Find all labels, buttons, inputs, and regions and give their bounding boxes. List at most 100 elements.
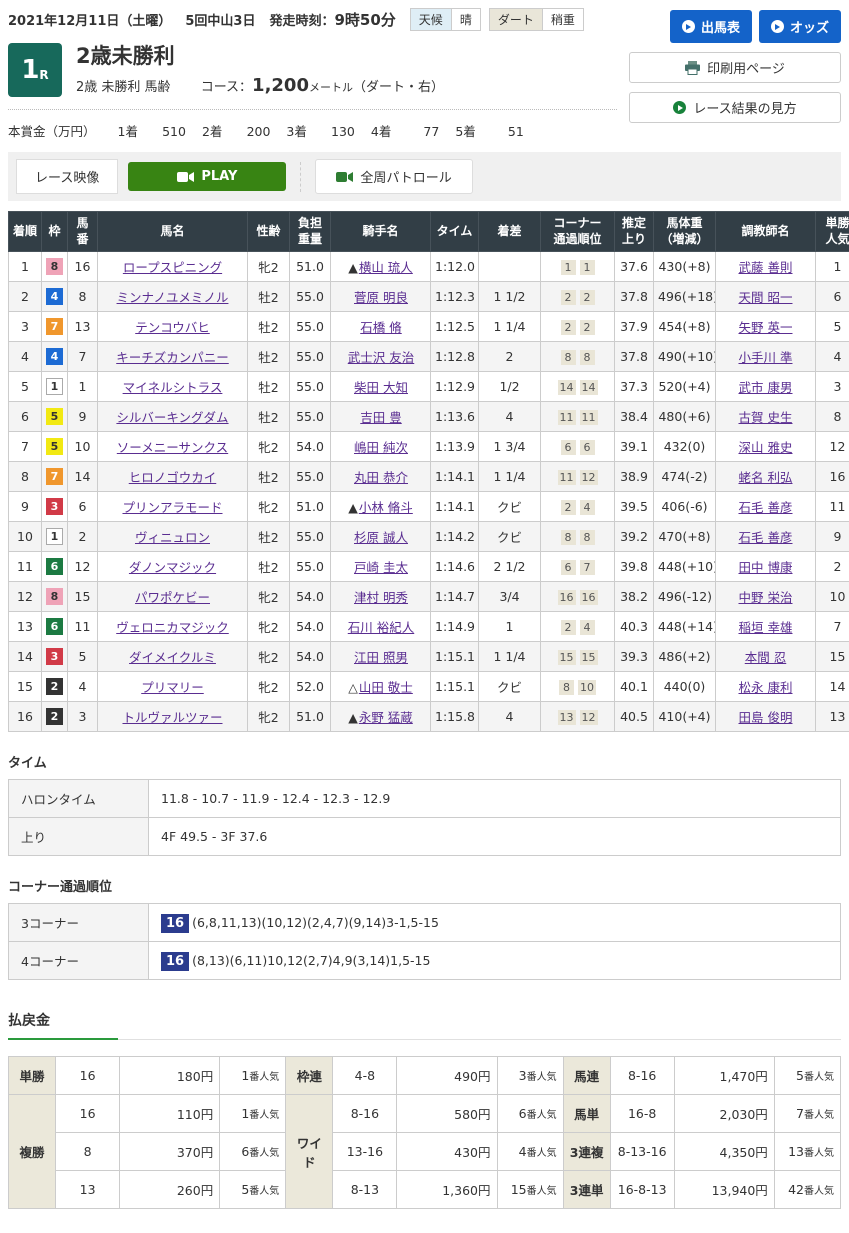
waku-cell: 1 <box>42 372 68 402</box>
sanrenpuku-amount: 4,350円 <box>674 1133 774 1171</box>
waku-cell: 4 <box>42 282 68 312</box>
trainer-link[interactable]: 深山 雅史 <box>739 440 793 455</box>
horse-link[interactable]: プリマリー <box>141 680 204 695</box>
jockey-cell: 菅原 明良 <box>331 282 431 312</box>
weather-value: 晴 <box>451 8 481 31</box>
corner-order: (6,8,11,13)(10,12)(2,4,7)(9,14)3-1,5-15 <box>192 915 439 930</box>
trainer-link[interactable]: 蛯名 利弘 <box>739 470 793 485</box>
jockey-link[interactable]: 柴田 大知 <box>354 380 408 395</box>
entries-button[interactable]: 出馬表 <box>670 10 752 43</box>
trainer-cell: 石毛 善彦 <box>716 522 816 552</box>
jockey-link[interactable]: 津村 明秀 <box>354 590 408 605</box>
column-header-line1: 着差 <box>480 224 539 240</box>
popularity-suffix: 番人気 <box>804 1110 834 1121</box>
horse-link[interactable]: ソーメニーサンクス <box>117 440 228 455</box>
corner-position-1: 2 <box>561 620 576 635</box>
horse-link[interactable]: ダイメイクルミ <box>129 650 216 665</box>
jockey-link[interactable]: 戸崎 圭太 <box>354 560 408 575</box>
finish-time: 1:12.9 <box>431 372 479 402</box>
trainer-link[interactable]: 矢野 英一 <box>739 320 793 335</box>
corner-positions-cell: 22 <box>541 312 615 342</box>
horse-link[interactable]: ダノンマジック <box>129 560 216 575</box>
corner-positions-cell: 88 <box>541 522 615 552</box>
trainer-link[interactable]: 武藤 善則 <box>739 260 793 275</box>
horse-link[interactable]: ロープスピニング <box>123 260 222 275</box>
play-button[interactable]: PLAY <box>128 162 286 191</box>
patrol-button[interactable]: 全周パトロール <box>315 159 472 194</box>
corner-position-2: 15 <box>580 650 598 665</box>
odds-button[interactable]: オッズ <box>759 10 841 43</box>
waku-badge: 1 <box>46 528 63 545</box>
trainer-link[interactable]: 田中 博康 <box>739 560 793 575</box>
corner-position-1: 16 <box>558 590 576 605</box>
waku-cell: 2 <box>42 702 68 732</box>
jockey-link[interactable]: 永野 猛蔵 <box>359 710 413 725</box>
horse-link[interactable]: ヒロノゴウカイ <box>129 470 217 485</box>
wide-popularity-2: 4番人気 <box>497 1133 563 1171</box>
column-header: 着差 <box>479 212 541 252</box>
jockey-link[interactable]: 石川 裕紀人 <box>348 620 414 635</box>
result-row: 9 3 6 プリンアラモード 牝2 51.0 ▲小林 脩斗 1:14.1 クビ … <box>9 492 849 522</box>
race-header: 1R 2歳未勝利 2歳 未勝利 馬齢 コース：1,200メートル（ダート・右） <box>8 43 617 97</box>
trainer-link[interactable]: 松永 康利 <box>739 680 793 695</box>
trainer-link[interactable]: 古賀 史生 <box>739 410 793 425</box>
carried-weight: 54.0 <box>290 642 331 672</box>
trainer-cell: 深山 雅史 <box>716 432 816 462</box>
column-header: コーナー通過順位 <box>541 212 615 252</box>
horse-link[interactable]: ミンナノユメミノル <box>117 290 229 305</box>
print-button[interactable]: 印刷用ページ <box>629 52 841 83</box>
popularity-number: 1 <box>241 1106 249 1121</box>
jockey-link[interactable]: 菅原 明良 <box>354 290 408 305</box>
trainer-link[interactable]: 稲垣 幸雄 <box>739 620 793 635</box>
meeting-info: 5回中山3日 <box>185 10 255 29</box>
finish-time: 1:12.8 <box>431 342 479 372</box>
prize-amount: 77 <box>391 124 439 139</box>
jockey-link[interactable]: 丸田 恭介 <box>354 470 408 485</box>
trainer-link[interactable]: 石毛 善彦 <box>739 500 793 515</box>
corner-position-1: 11 <box>558 470 576 485</box>
jockey-link[interactable]: 石橋 脩 <box>360 320 401 335</box>
trainer-link[interactable]: 小手川 準 <box>739 350 793 365</box>
trainer-cell: 松永 康利 <box>716 672 816 702</box>
horse-link[interactable]: プリンアラモード <box>122 500 222 515</box>
horse-link[interactable]: キーチズカンパニー <box>116 350 229 365</box>
trainer-link[interactable]: 中野 栄治 <box>739 590 793 605</box>
jockey-cell: ▲永野 猛蔵 <box>331 702 431 732</box>
trainer-cell: 武市 康男 <box>716 372 816 402</box>
prize-item: 4着77 <box>371 121 439 140</box>
horse-link[interactable]: シルバーキングダム <box>116 410 228 425</box>
horse-link[interactable]: マイネルシトラス <box>123 380 223 395</box>
jockey-link[interactable]: 武士沢 友治 <box>348 350 414 365</box>
trainer-link[interactable]: 石毛 善彦 <box>739 530 793 545</box>
trainer-link[interactable]: 田島 俊明 <box>739 710 793 725</box>
horse-link[interactable]: パワポケビー <box>135 590 210 605</box>
trainer-link[interactable]: 本間 忍 <box>745 650 786 665</box>
jockey-link[interactable]: 山田 敬士 <box>359 680 413 695</box>
last-3f: 38.9 <box>615 462 654 492</box>
horse-link[interactable]: トルヴァルツァー <box>122 710 222 725</box>
popularity-suffix: 番人気 <box>527 1186 557 1197</box>
finish-position: 5 <box>9 372 42 402</box>
horse-link[interactable]: ヴェロニカマジック <box>116 620 229 635</box>
finish-position: 4 <box>9 342 42 372</box>
horse-link[interactable]: ヴィニュロン <box>135 530 210 545</box>
body-weight: 448(+14) <box>654 612 716 642</box>
trainer-cell: 蛯名 利弘 <box>716 462 816 492</box>
jockey-link[interactable]: 横山 琉人 <box>359 260 413 275</box>
jockey-link[interactable]: 吉田 豊 <box>360 410 401 425</box>
jockey-link[interactable]: 杉原 誠人 <box>354 530 408 545</box>
guide-button[interactable]: レース結果の見方 <box>629 92 841 123</box>
corner-position-2: 12 <box>580 470 598 485</box>
trainer-link[interactable]: 天間 昭一 <box>739 290 793 305</box>
jockey-link[interactable]: 小林 脩斗 <box>359 500 413 515</box>
corner-position-2: 8 <box>580 350 595 365</box>
jockey-link[interactable]: 嶋田 純次 <box>354 440 408 455</box>
jockey-link[interactable]: 江田 照男 <box>354 650 408 665</box>
result-row: 7 5 10 ソーメニーサンクス 牝2 54.0 嶋田 純次 1:13.9 1 … <box>9 432 849 462</box>
corner-positions-cell: 1312 <box>541 702 615 732</box>
fukusho-amount-3: 260円 <box>120 1171 220 1209</box>
horse-link[interactable]: テンコウバヒ <box>135 320 210 335</box>
trainer-link[interactable]: 武市 康男 <box>739 380 793 395</box>
result-row: 5 1 1 マイネルシトラス 牡2 55.0 柴田 大知 1:12.9 1/2 … <box>9 372 849 402</box>
result-row: 12 8 15 パワポケビー 牝2 54.0 津村 明秀 1:14.7 3/4 … <box>9 582 849 612</box>
